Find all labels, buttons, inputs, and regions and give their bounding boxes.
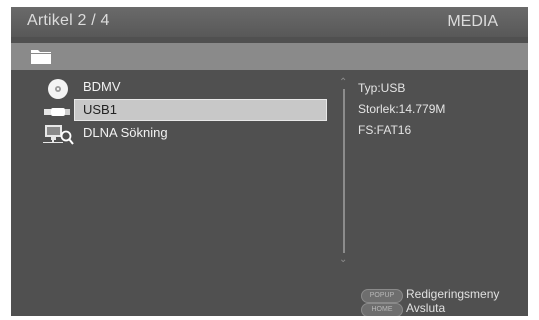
- list-item-label: USB1: [83, 102, 117, 117]
- info-size: Storlek:14.779M: [358, 102, 446, 116]
- info-panel: Typ:USB Storlek:14.779M FS:FAT16: [358, 81, 445, 144]
- dlna-search-icon: [43, 125, 74, 145]
- disc-icon: [48, 79, 68, 99]
- item-counter: Artikel 2 / 4: [27, 12, 110, 29]
- scroll-down-icon: ⌄: [339, 254, 348, 265]
- folder-icon: [31, 50, 51, 64]
- scroll-up-icon: ⌃: [339, 77, 348, 88]
- list-item-label: DLNA Sökning: [83, 125, 168, 140]
- popup-key-icon: POPUP: [361, 289, 403, 303]
- header-bar: Artikel 2 / 4 MEDIA: [11, 7, 528, 37]
- list-item-bdmv[interactable]: BDMV: [11, 77, 341, 99]
- scrollbar[interactable]: ⌃ ⌄: [339, 77, 349, 267]
- path-bar: [11, 43, 528, 70]
- list-item-dlna[interactable]: DLNA Sökning: [11, 123, 341, 145]
- home-key-icon: HOME: [361, 303, 403, 316]
- hint-label: Avsluta: [406, 301, 446, 315]
- info-type: Typ:USB: [358, 81, 406, 95]
- source-label: MEDIA: [447, 13, 498, 30]
- list-item-usb1[interactable]: USB1: [11, 99, 341, 122]
- usb-icon: [44, 108, 70, 116]
- media-browser-screen: Artikel 2 / 4 MEDIA BDMV USB1 DLNA Sökni…: [11, 7, 528, 316]
- hint-label: Redigeringsmeny: [406, 287, 500, 301]
- hint-home: HOME Avsluta: [361, 301, 528, 316]
- list-item-label: BDMV: [83, 79, 121, 94]
- info-filesystem: FS:FAT16: [358, 123, 412, 137]
- scrollbar-track: [343, 89, 345, 253]
- hint-popup: POPUP Redigeringsmeny: [361, 287, 528, 303]
